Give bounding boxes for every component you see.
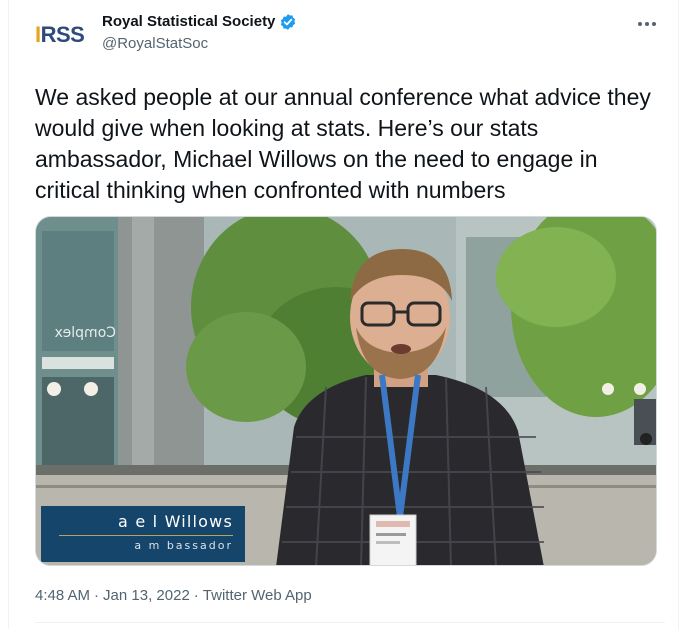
display-name-row: Royal Statistical Society	[102, 12, 297, 32]
more-dot	[638, 22, 642, 26]
lower-third-rule	[59, 535, 233, 536]
tweet-time[interactable]: 4:48 AM	[35, 587, 90, 604]
verified-badge-icon	[279, 13, 297, 31]
meta-separator: ·	[94, 587, 100, 604]
author-names: Royal Statistical Society @RoyalStatSoc	[102, 12, 297, 54]
avatar-letters-rss: RSS	[40, 22, 85, 47]
handle[interactable]: @RoyalStatSoc	[102, 34, 297, 54]
tweet-card: I RSS Royal Statistical Society @RoyalSt…	[8, 0, 679, 629]
meta-separator: ·	[193, 587, 199, 604]
tweet-text: We asked people at our annual conference…	[35, 84, 651, 203]
lower-third-name: a e l Willows	[118, 512, 233, 531]
video-lower-third: a e l Willows a m bassador	[41, 506, 245, 562]
window-reflection-text: Complex	[55, 325, 116, 341]
tweet-date[interactable]: Jan 13, 2022	[103, 587, 190, 604]
tweet-meta: 4:48 AM · Jan 13, 2022 · Twitter Web App	[35, 586, 312, 606]
lower-third-role: a m bassador	[134, 539, 233, 552]
display-name[interactable]: Royal Statistical Society	[102, 12, 275, 32]
avatar[interactable]: I RSS	[35, 14, 85, 56]
more-dot	[652, 22, 656, 26]
tweet-source[interactable]: Twitter Web App	[203, 587, 312, 604]
divider	[35, 622, 665, 623]
more-horizontal-icon[interactable]	[633, 14, 661, 34]
video-player[interactable]: Complex a e l Willows a m bassador	[35, 216, 657, 566]
more-dot	[645, 22, 649, 26]
